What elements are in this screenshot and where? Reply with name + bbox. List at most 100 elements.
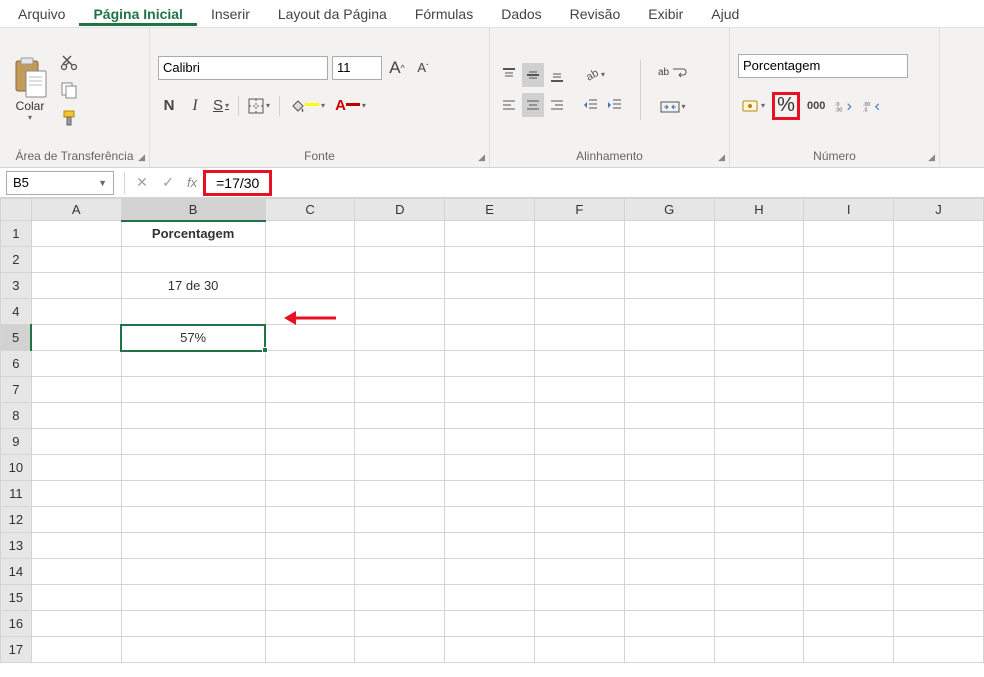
cell-D7[interactable]: [355, 377, 445, 403]
cell-D1[interactable]: [355, 221, 445, 247]
increase-decimal-button[interactable]: .0.00: [832, 94, 856, 118]
cell-A8[interactable]: [31, 403, 121, 429]
cell-A17[interactable]: [31, 637, 121, 663]
cell-C11[interactable]: [265, 481, 355, 507]
col-header-H[interactable]: H: [714, 199, 804, 221]
cell-I2[interactable]: [804, 247, 894, 273]
cell-H9[interactable]: [714, 429, 804, 455]
font-color-button[interactable]: A: [332, 94, 369, 118]
row-header-13[interactable]: 13: [1, 533, 32, 559]
cell-F17[interactable]: [534, 637, 624, 663]
cell-C5[interactable]: [265, 325, 355, 351]
cell-F15[interactable]: [534, 585, 624, 611]
cell-C13[interactable]: [265, 533, 355, 559]
row-header-10[interactable]: 10: [1, 455, 32, 481]
cell-I7[interactable]: [804, 377, 894, 403]
row-header-2[interactable]: 2: [1, 247, 32, 273]
comma-style-button[interactable]: 000: [804, 94, 828, 118]
cell-I13[interactable]: [804, 533, 894, 559]
cell-C17[interactable]: [265, 637, 355, 663]
cell-G8[interactable]: [624, 403, 714, 429]
cell-H2[interactable]: [714, 247, 804, 273]
cell-F6[interactable]: [534, 351, 624, 377]
cell-J16[interactable]: [894, 611, 984, 637]
cell-I8[interactable]: [804, 403, 894, 429]
cell-B8[interactable]: [121, 403, 265, 429]
cell-F9[interactable]: [534, 429, 624, 455]
cell-D9[interactable]: [355, 429, 445, 455]
col-header-I[interactable]: I: [804, 199, 894, 221]
cell-H7[interactable]: [714, 377, 804, 403]
cell-G2[interactable]: [624, 247, 714, 273]
font-size-select[interactable]: [332, 56, 382, 80]
cell-A15[interactable]: [31, 585, 121, 611]
italic-button[interactable]: I: [184, 94, 206, 118]
cell-F5[interactable]: [534, 325, 624, 351]
cell-I10[interactable]: [804, 455, 894, 481]
row-header-17[interactable]: 17: [1, 637, 32, 663]
menu-revisao[interactable]: Revisão: [556, 2, 635, 26]
cell-H3[interactable]: [714, 273, 804, 299]
row-header-12[interactable]: 12: [1, 507, 32, 533]
row-header-16[interactable]: 16: [1, 611, 32, 637]
cell-I5[interactable]: [804, 325, 894, 351]
cell-J2[interactable]: [894, 247, 984, 273]
cell-B15[interactable]: [121, 585, 265, 611]
cell-E4[interactable]: [445, 299, 535, 325]
fx-label[interactable]: fx: [187, 175, 197, 190]
cell-C1[interactable]: [265, 221, 355, 247]
cell-A3[interactable]: [31, 273, 121, 299]
cell-I3[interactable]: [804, 273, 894, 299]
cell-D11[interactable]: [355, 481, 445, 507]
cell-D8[interactable]: [355, 403, 445, 429]
col-header-A[interactable]: A: [31, 199, 121, 221]
menu-dados[interactable]: Dados: [487, 2, 555, 26]
name-box[interactable]: B5 ▼: [6, 171, 114, 195]
cell-I15[interactable]: [804, 585, 894, 611]
cell-C6[interactable]: [265, 351, 355, 377]
cell-F4[interactable]: [534, 299, 624, 325]
cell-J1[interactable]: [894, 221, 984, 247]
orientation-button[interactable]: ab: [580, 63, 608, 87]
cell-G15[interactable]: [624, 585, 714, 611]
row-header-7[interactable]: 7: [1, 377, 32, 403]
menu-exibir[interactable]: Exibir: [634, 2, 697, 26]
col-header-D[interactable]: D: [355, 199, 445, 221]
merge-center-button[interactable]: [655, 93, 690, 121]
cell-C16[interactable]: [265, 611, 355, 637]
cell-A2[interactable]: [31, 247, 121, 273]
wrap-text-button[interactable]: ab: [655, 59, 690, 87]
row-header-1[interactable]: 1: [1, 221, 32, 247]
menu-layout[interactable]: Layout da Página: [264, 2, 401, 26]
cell-D17[interactable]: [355, 637, 445, 663]
cell-A7[interactable]: [31, 377, 121, 403]
increase-indent-button[interactable]: [604, 93, 626, 117]
cell-H12[interactable]: [714, 507, 804, 533]
cell-C14[interactable]: [265, 559, 355, 585]
cell-J8[interactable]: [894, 403, 984, 429]
cell-D10[interactable]: [355, 455, 445, 481]
align-right-button[interactable]: [546, 93, 568, 117]
cell-E1[interactable]: [445, 221, 535, 247]
cell-C12[interactable]: [265, 507, 355, 533]
cell-A14[interactable]: [31, 559, 121, 585]
cell-G1[interactable]: [624, 221, 714, 247]
row-header-15[interactable]: 15: [1, 585, 32, 611]
cell-B4[interactable]: [121, 299, 265, 325]
row-header-14[interactable]: 14: [1, 559, 32, 585]
cell-J14[interactable]: [894, 559, 984, 585]
cell-B17[interactable]: [121, 637, 265, 663]
cell-A16[interactable]: [31, 611, 121, 637]
format-painter-button[interactable]: [58, 107, 80, 129]
cell-H5[interactable]: [714, 325, 804, 351]
cell-C2[interactable]: [265, 247, 355, 273]
cell-B1[interactable]: Porcentagem: [121, 221, 265, 247]
cell-B12[interactable]: [121, 507, 265, 533]
cell-D6[interactable]: [355, 351, 445, 377]
cell-E7[interactable]: [445, 377, 535, 403]
cell-H13[interactable]: [714, 533, 804, 559]
cell-F16[interactable]: [534, 611, 624, 637]
align-top-button[interactable]: [498, 63, 520, 87]
cell-D16[interactable]: [355, 611, 445, 637]
cell-E14[interactable]: [445, 559, 535, 585]
